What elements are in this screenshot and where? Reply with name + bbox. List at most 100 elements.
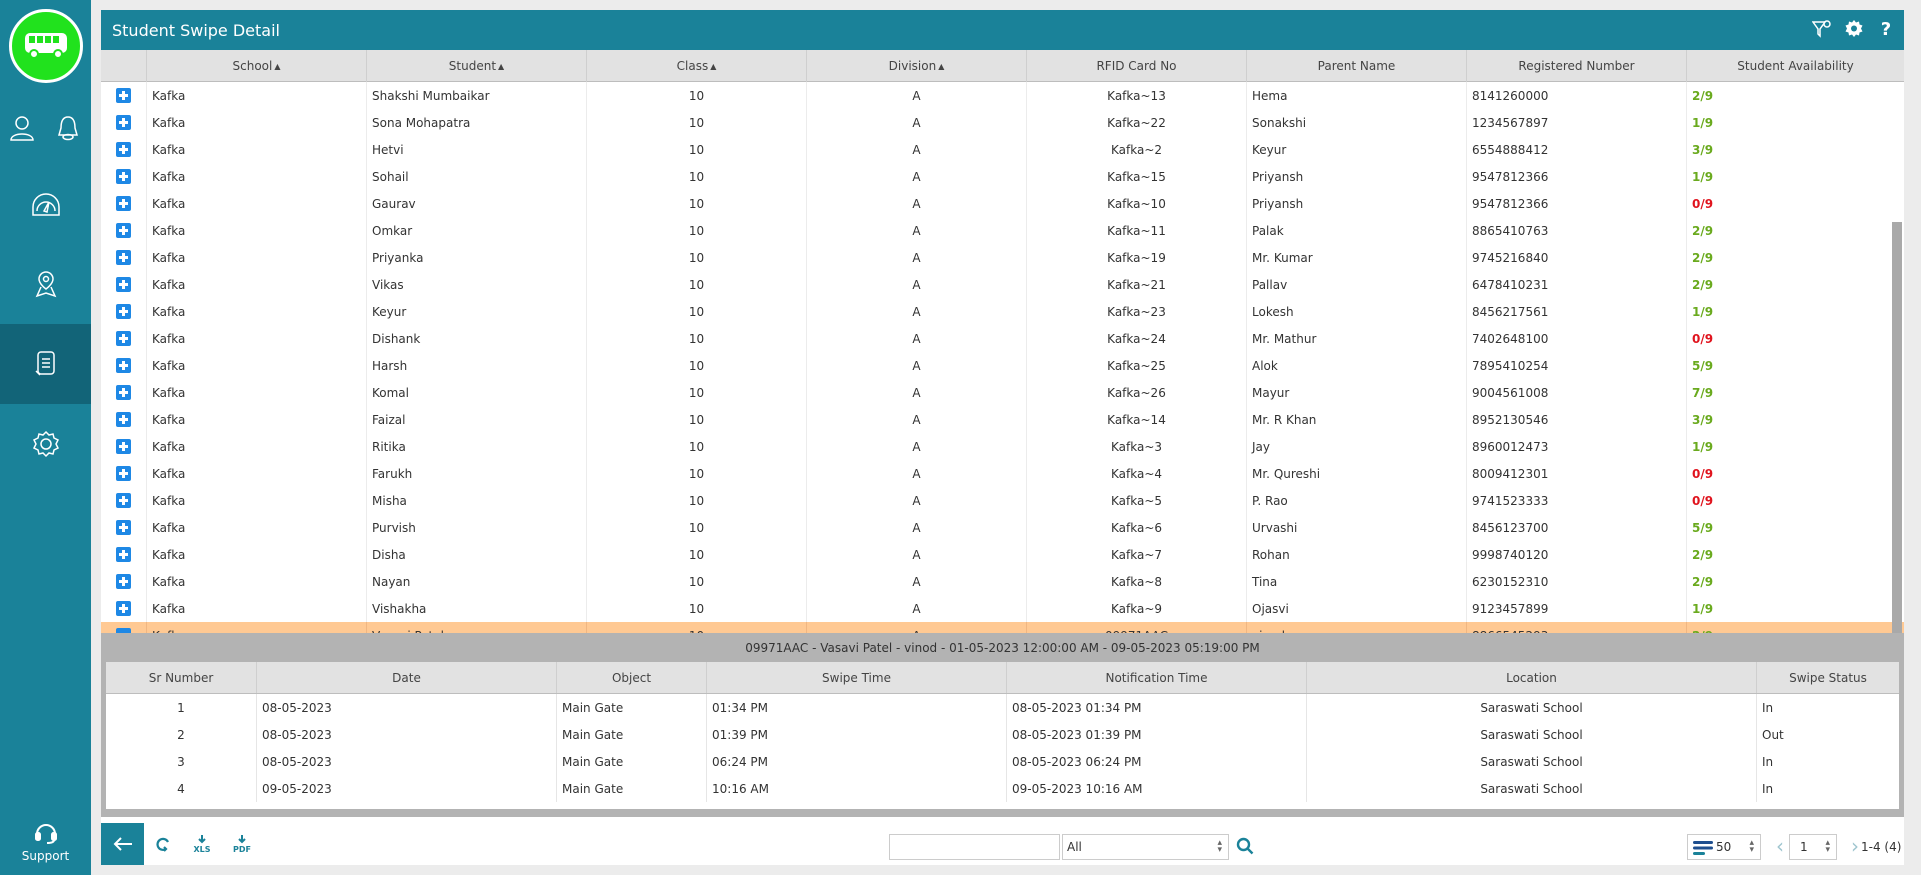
column-header-student[interactable]: Student ▲ <box>366 50 586 82</box>
search-button[interactable] <box>1234 835 1256 857</box>
export-xls-button[interactable]: XLS <box>189 831 215 857</box>
sort-ascending-icon: ▲ <box>274 61 281 71</box>
expand-row-icon[interactable] <box>116 250 131 265</box>
next-page-button[interactable]: › <box>1848 833 1862 859</box>
page-size-select[interactable]: 50 ▴ ▾ <box>1687 834 1761 860</box>
expand-row-icon[interactable] <box>116 169 131 184</box>
expand-row-icon[interactable] <box>116 412 131 427</box>
table-row[interactable]: Kafka Gaurav 10 A Kafka~10 Priyansh 9547812366… <box>101 190 1904 217</box>
expand-row-icon[interactable] <box>116 547 131 562</box>
table-row[interactable]: Kafka Purvish 10 A Kafka~6 Urvashi 8456123700 5… <box>101 514 1904 541</box>
column-header-phone[interactable]: Registered Number <box>1466 50 1686 82</box>
table-row[interactable]: Kafka Faizal 10 A Kafka~14 Mr. R Khan 89521305… <box>101 406 1904 433</box>
detail-cell-swipe-time: 06:24 PM <box>706 748 1006 775</box>
expand-row-icon[interactable] <box>116 277 131 292</box>
expand-row-icon[interactable] <box>116 304 131 319</box>
column-header-parent[interactable]: Parent Name <box>1246 50 1466 82</box>
expand-row-icon[interactable] <box>116 88 131 103</box>
filter-select[interactable]: All ▴ ▾ <box>1062 834 1229 860</box>
table-row[interactable]: Kafka Sona Mohapatra 10 A Kafka~22 Sonakshi 12… <box>101 109 1904 136</box>
expand-row-icon[interactable] <box>116 493 131 508</box>
expand-row-icon[interactable] <box>116 223 131 238</box>
table-row[interactable]: Kafka Disha 10 A Kafka~7 Rohan 9998740120 2/9 <box>101 541 1904 568</box>
detail-cell-notification-time: 08-05-2023 06:24 PM <box>1006 748 1306 775</box>
expand-row-icon[interactable] <box>116 196 131 211</box>
cell-availability: 1/9 <box>1686 109 1904 136</box>
detail-column-header: Sr Number <box>148 670 214 685</box>
expand-row-icon[interactable] <box>116 331 131 346</box>
cell-rfid: Kafka~15 <box>1026 163 1246 190</box>
bus-logo[interactable] <box>9 9 83 83</box>
cell-class: 10 <box>586 352 806 379</box>
filter-clear-icon[interactable] <box>1812 18 1832 40</box>
column-header-class[interactable]: Class ▲ <box>586 50 806 82</box>
expand-row-icon[interactable] <box>116 142 131 157</box>
cell-student: Ritika <box>366 433 586 460</box>
user-icon[interactable] <box>8 113 36 143</box>
cell-availability: 2/9 <box>1686 271 1904 298</box>
cell-phone: 8865410763 <box>1466 217 1686 244</box>
detail-cell-object: Main Gate <box>556 694 706 721</box>
table-row[interactable]: Kafka Keyur 10 A Kafka~23 Lokesh 8456217561 1/9 <box>101 298 1904 325</box>
export-pdf-button[interactable]: PDF <box>229 831 255 857</box>
detail-title: 09971AAC - Vasavi Patel - vinod - 01-05-… <box>745 640 1260 655</box>
expand-row-icon[interactable] <box>116 439 131 454</box>
table-row[interactable]: Kafka Sohail 10 A Kafka~15 Priyansh 9547812366… <box>101 163 1904 190</box>
sidebar-item-reports[interactable] <box>0 324 91 404</box>
cell-school: Kafka <box>146 541 366 568</box>
expand-row-icon[interactable] <box>116 115 131 130</box>
table-row[interactable]: Kafka Ritika 10 A Kafka~3 Jay 8960012473 1/9 <box>101 433 1904 460</box>
expand-row-icon[interactable] <box>116 358 131 373</box>
table-row[interactable]: Kafka Vikas 10 A Kafka~21 Pallav 6478410231 2/9 <box>101 271 1904 298</box>
search-input[interactable] <box>889 834 1060 860</box>
table-row[interactable]: Kafka Shakshi Mumbaikar 10 A Kafka~13 Hema 814… <box>101 82 1904 109</box>
settings-icon <box>32 430 59 458</box>
sidebar-item-dashboard[interactable] <box>0 164 91 244</box>
support-button[interactable]: Support <box>0 820 91 875</box>
expand-row-icon[interactable] <box>116 385 131 400</box>
bell-icon[interactable] <box>54 113 82 143</box>
table-row[interactable]: Kafka Harsh 10 A Kafka~25 Alok 7895410254 5/9 <box>101 352 1904 379</box>
table-row[interactable]: Kafka Farukh 10 A Kafka~4 Mr. Qureshi 80094123… <box>101 460 1904 487</box>
detail-cell-status: In <box>1756 775 1899 802</box>
table-row[interactable]: Kafka Hetvi 10 A Kafka~2 Keyur 6554888412 3/9 <box>101 136 1904 163</box>
table-row[interactable]: KafkaVasavi Patel10A09971AACvinod8866545… <box>101 622 1904 633</box>
expand-row-icon[interactable] <box>116 466 131 481</box>
column-header-school[interactable]: School ▲ <box>146 50 366 82</box>
cell-student: Dishank <box>366 325 586 352</box>
column-header-division[interactable]: Division ▲ <box>806 50 1026 82</box>
column-header-label: Class <box>676 59 709 73</box>
cell-school: Kafka <box>146 190 366 217</box>
gear-icon[interactable] <box>1844 18 1864 40</box>
page-number-select[interactable]: 1 ▴ ▾ <box>1789 834 1837 860</box>
cell-parent: Mr. Mathur <box>1246 325 1466 352</box>
cell-class: 10 <box>586 568 806 595</box>
prev-page-button[interactable]: ‹ <box>1773 833 1787 859</box>
table-row[interactable]: Kafka Vishakha 10 A Kafka~9 Ojasvi 9123457899 1… <box>101 595 1904 622</box>
cell-rfid: Kafka~6 <box>1026 514 1246 541</box>
help-icon[interactable]: ? <box>1876 18 1896 40</box>
refresh-button[interactable] <box>151 831 175 857</box>
expand-row-icon[interactable] <box>116 520 131 535</box>
cell-student: Keyur <box>366 298 586 325</box>
table-row[interactable]: Kafka Dishank 10 A Kafka~24 Mr. Mathur 7402648… <box>101 325 1904 352</box>
column-header-availability[interactable]: Student Availability <box>1686 50 1904 82</box>
cell-phone: 9547812366 <box>1466 163 1686 190</box>
detail-cell-date: 08-05-2023 <box>256 748 556 775</box>
detail-cell-object: Main Gate <box>556 748 706 775</box>
sidebar-item-settings[interactable] <box>0 404 91 484</box>
sidebar-item-location[interactable] <box>0 244 91 324</box>
table-row[interactable]: Kafka Omkar 10 A Kafka~11 Palak 8865410763 2/9 <box>101 217 1904 244</box>
table-row[interactable]: Kafka Komal 10 A Kafka~26 Mayur 9004561008 7/9 <box>101 379 1904 406</box>
vertical-scrollbar[interactable] <box>1892 222 1902 633</box>
expand-row-icon[interactable] <box>116 601 131 616</box>
column-header-rfid[interactable]: RFID Card No <box>1026 50 1246 82</box>
cell-class: 10 <box>586 271 806 298</box>
table-row[interactable]: Kafka Priyanka 10 A Kafka~19 Mr. Kumar 9745216… <box>101 244 1904 271</box>
table-row[interactable]: Kafka Misha 10 A Kafka~5 P. Rao 9741523333 0/9 <box>101 487 1904 514</box>
cell-parent: Priyansh <box>1246 163 1466 190</box>
cell-class: 10 <box>586 82 806 109</box>
expand-row-icon[interactable] <box>116 574 131 589</box>
back-button[interactable] <box>101 823 144 865</box>
table-row[interactable]: Kafka Nayan 10 A Kafka~8 Tina 6230152310 2/9 <box>101 568 1904 595</box>
